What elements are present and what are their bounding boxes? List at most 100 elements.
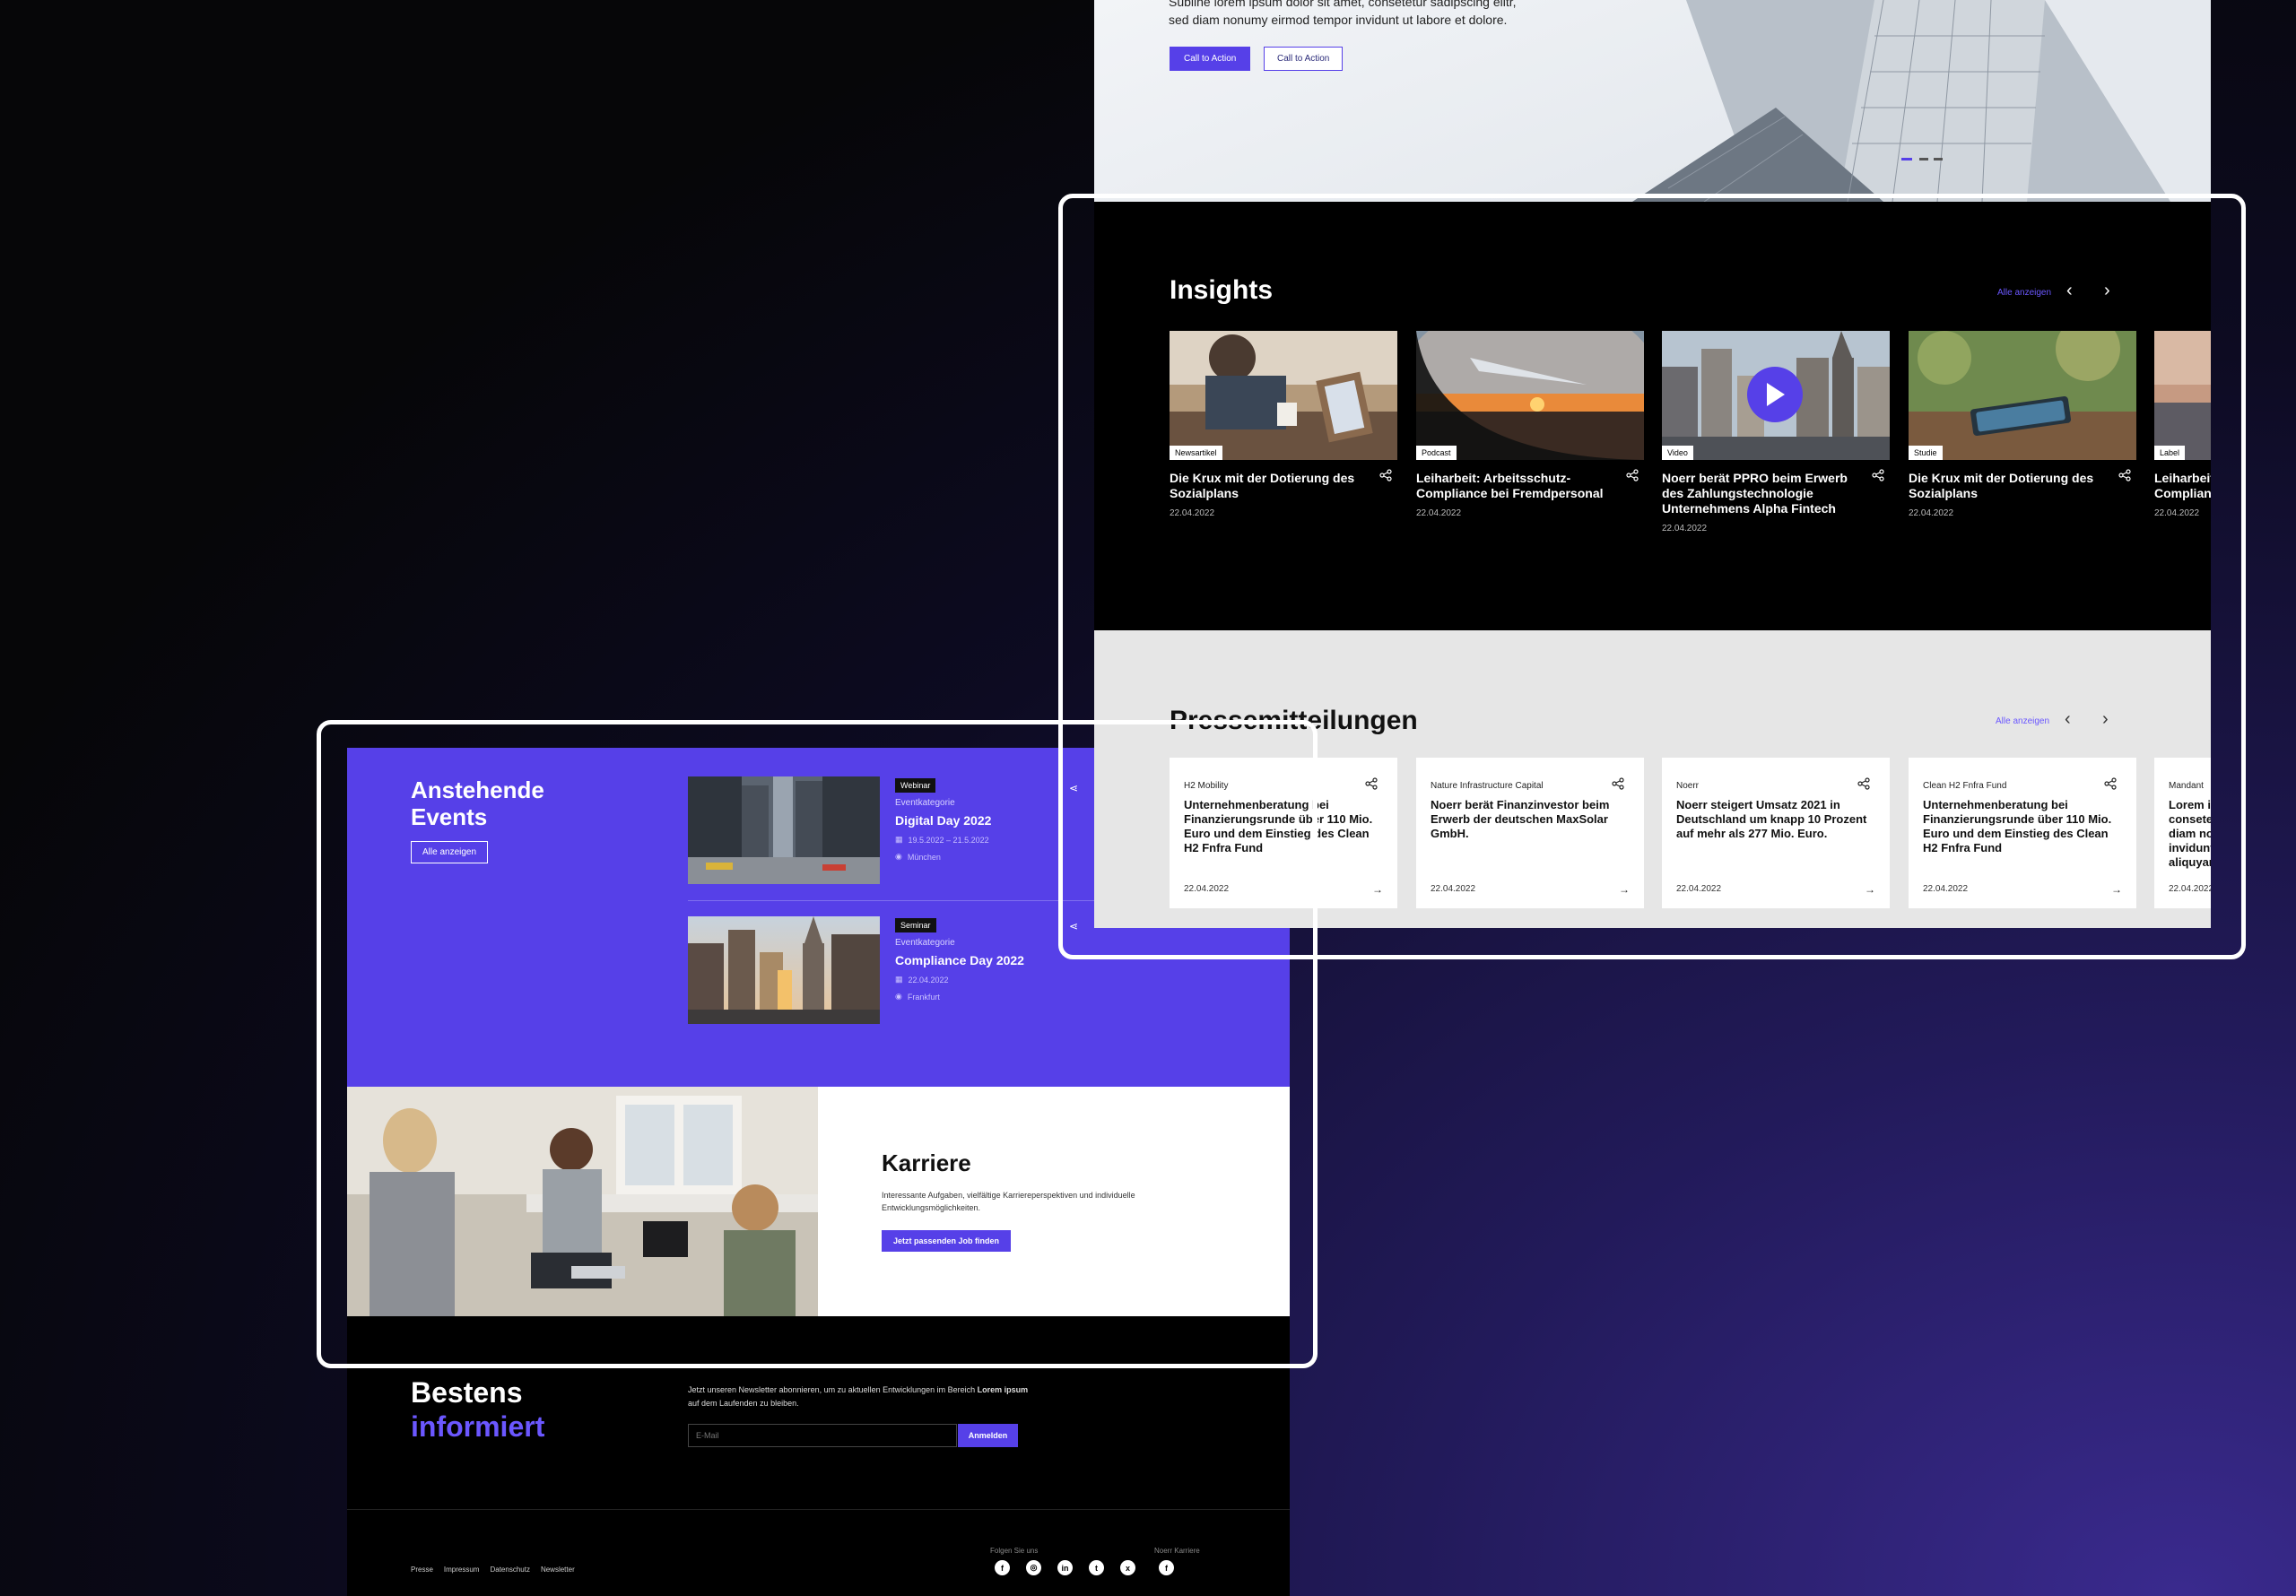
insight-tag: Studie	[1909, 446, 1943, 460]
press-title-text[interactable]: Noerr berät Finanzinvestor beim Erwerb d…	[1431, 798, 1630, 841]
event-date: 22.04.2022	[908, 975, 949, 984]
share-icon[interactable]	[1365, 777, 1378, 794]
insight-title[interactable]: Noerr berät PPRO beim Erwerb des Zahlung…	[1662, 471, 1890, 516]
calendar-icon: ▦	[895, 975, 903, 984]
press-card[interactable]: Noerr Noerr steigert Umsatz 2021 in Deut…	[1662, 758, 1890, 908]
share-icon[interactable]	[1626, 469, 1639, 486]
share-icon[interactable]	[1857, 777, 1870, 794]
event-item-1[interactable]: Webinar Eventkategorie Digital Day 2022 …	[895, 776, 991, 862]
insight-date: 22.04.2022	[1416, 508, 1462, 518]
hero-subline-line2: sed diam nonumy eirmod tempor invidunt u…	[1169, 13, 1508, 27]
arrow-right-icon[interactable]: →	[1865, 883, 1875, 896]
hero-cta-primary-button[interactable]: Call to Action	[1170, 47, 1251, 71]
insight-image-city-video: Video	[1662, 331, 1890, 460]
twitter-icon[interactable]: t	[1089, 1560, 1104, 1575]
calendar-icon: ▦	[895, 835, 903, 844]
press-prev-arrow-icon[interactable]: ‹	[2065, 709, 2071, 730]
facebook-icon[interactable]: f	[995, 1560, 1010, 1575]
insights-prev-arrow-icon[interactable]: ‹	[2066, 281, 2073, 301]
share-icon[interactable]	[2104, 777, 2117, 794]
press-card[interactable]: Nature Infrastructure Capital Noerr berä…	[1416, 758, 1644, 908]
location-pin-icon: ◉	[895, 852, 902, 861]
event-image-skyline-sunset[interactable]	[688, 916, 880, 1024]
insight-card[interactable]: Newsartikel Die Krux mit der Dotierung d…	[1170, 331, 1397, 518]
press-card[interactable]: H2 Mobility Unternehmenberatung bei Fina…	[1170, 758, 1397, 908]
newsletter-text: Jetzt unseren Newsletter abonnieren, um …	[688, 1383, 1047, 1410]
facebook-icon[interactable]: f	[1159, 1560, 1174, 1575]
insights-next-arrow-icon[interactable]: ›	[2104, 281, 2110, 301]
events-all-button[interactable]: Alle anzeigen	[411, 841, 489, 863]
newsletter-email-input[interactable]	[688, 1424, 957, 1447]
press-card[interactable]: Clean H2 Fnfra Fund Unternehmenberatung …	[1909, 758, 2136, 908]
event-item-2[interactable]: Seminar Eventkategorie Compliance Day 20…	[895, 916, 1024, 1002]
insight-card[interactable]: Label Leiharbeit: Arbeitsschutz-Complian…	[2154, 331, 2211, 518]
insight-title[interactable]: Leiharbeit: Arbeitsschutz-Compliance bei…	[1416, 471, 1644, 501]
footer-link-datenschutz[interactable]: Datenschutz	[490, 1566, 529, 1574]
press-section: Pressemitteilungen Alle anzeigen ‹ › H2 …	[1094, 630, 2211, 928]
footer-career-label: Noerr Karriere	[1154, 1547, 1200, 1555]
insight-tag: Podcast	[1416, 446, 1457, 460]
newsletter-title-line2: informiert	[411, 1410, 545, 1443]
arrow-right-icon[interactable]: →	[2111, 883, 2122, 896]
share-icon[interactable]: ⋖	[1069, 920, 1078, 932]
footer-link-presse[interactable]: Presse	[411, 1566, 433, 1574]
event-badge: Webinar	[895, 778, 936, 793]
instagram-icon[interactable]: ◎	[1026, 1560, 1041, 1575]
insight-card[interactable]: Video Noerr berät PPRO beim Erwerb des Z…	[1662, 331, 1890, 533]
arrow-right-icon[interactable]: →	[1619, 883, 1630, 896]
career-office-photo	[347, 1087, 818, 1316]
insights-press-page: Subline lorem ipsum dolor sit amet, cons…	[1094, 0, 2211, 928]
event-location-row: ◉ Frankfurt	[895, 992, 1024, 1002]
event-name[interactable]: Digital Day 2022	[895, 813, 991, 828]
insight-card[interactable]: Studie Die Krux mit der Dotierung des So…	[1909, 331, 2136, 518]
event-category: Eventkategorie	[895, 938, 955, 948]
event-location: Frankfurt	[907, 992, 940, 1002]
find-job-button[interactable]: Jetzt passenden Job finden	[882, 1230, 1012, 1252]
events-title: Anstehende Events	[411, 776, 544, 830]
insight-date: 22.04.2022	[1909, 508, 1954, 518]
share-icon[interactable]	[1379, 469, 1392, 486]
play-icon[interactable]	[1747, 367, 1803, 422]
footer-link-impressum[interactable]: Impressum	[444, 1566, 480, 1574]
insights-all-link[interactable]: Alle anzeigen	[1997, 288, 2051, 298]
event-image-city-street[interactable]	[688, 776, 880, 884]
hero-section: Subline lorem ipsum dolor sit amet, cons…	[1094, 0, 2211, 202]
event-name[interactable]: Compliance Day 2022	[895, 953, 1024, 967]
event-location-row: ◉ München	[895, 852, 991, 862]
press-source: Noerr	[1676, 781, 1700, 791]
insight-date: 22.04.2022	[1662, 524, 1708, 533]
insight-card[interactable]: Podcast Leiharbeit: Arbeitsschutz-Compli…	[1416, 331, 1644, 518]
hero-cta-secondary-button[interactable]: Call to Action	[1264, 47, 1344, 71]
press-title-text[interactable]: Unternehmenberatung bei Finanzierungsrun…	[1923, 798, 2122, 855]
insight-title[interactable]: Die Krux mit der Dotierung des Sozialpla…	[1170, 471, 1397, 501]
footer-career-icons: f	[1159, 1560, 1174, 1575]
career-section: Karriere Interessante Aufgaben, vielfält…	[347, 1087, 1290, 1316]
share-icon[interactable]: ⋖	[1069, 782, 1078, 794]
event-badge: Seminar	[895, 918, 936, 932]
share-icon[interactable]	[1872, 469, 1884, 486]
share-icon[interactable]	[1612, 777, 1624, 794]
press-all-link[interactable]: Alle anzeigen	[1996, 716, 2049, 726]
linkedin-icon[interactable]: in	[1057, 1560, 1073, 1575]
newsletter-text-post: auf dem Laufenden zu bleiben.	[688, 1399, 799, 1408]
event-date-row: ▦ 19.5.2022 – 21.5.2022	[895, 835, 991, 845]
press-title-text[interactable]: Lorem ipsum dolor sit amet, consetetur s…	[2169, 798, 2211, 870]
insight-title[interactable]: Die Krux mit der Dotierung des Sozialpla…	[1909, 471, 2136, 501]
press-title-text[interactable]: Noerr steigert Umsatz 2021 in Deutschlan…	[1676, 798, 1875, 841]
arrow-right-icon[interactable]: →	[1372, 883, 1383, 896]
hero-building-image	[1632, 0, 2211, 202]
insight-title[interactable]: Leiharbeit: Arbeitsschutz-Compliance bei…	[2154, 471, 2211, 501]
press-next-arrow-icon[interactable]: ›	[2102, 709, 2109, 730]
xing-icon[interactable]: x	[1120, 1560, 1135, 1575]
insight-image-phone-on-wood: Studie	[1909, 331, 2136, 460]
newsletter-text-pre: Jetzt unseren Newsletter abonnieren, um …	[688, 1385, 978, 1394]
newsletter-subscribe-button[interactable]: Anmelden	[958, 1424, 1018, 1447]
press-date: 22.04.2022	[1184, 884, 1230, 894]
press-date: 22.04.2022	[1431, 884, 1476, 894]
press-source: H2 Mobility	[1184, 781, 1229, 791]
press-card[interactable]: Mandant Lorem ipsum dolor sit amet, cons…	[2154, 758, 2211, 908]
footer-link-newsletter[interactable]: Newsletter	[541, 1566, 575, 1574]
press-title-text[interactable]: Unternehmenberatung bei Finanzierungsrun…	[1184, 798, 1383, 855]
share-icon[interactable]	[2118, 469, 2131, 486]
insight-image-coast: Label	[2154, 331, 2211, 460]
